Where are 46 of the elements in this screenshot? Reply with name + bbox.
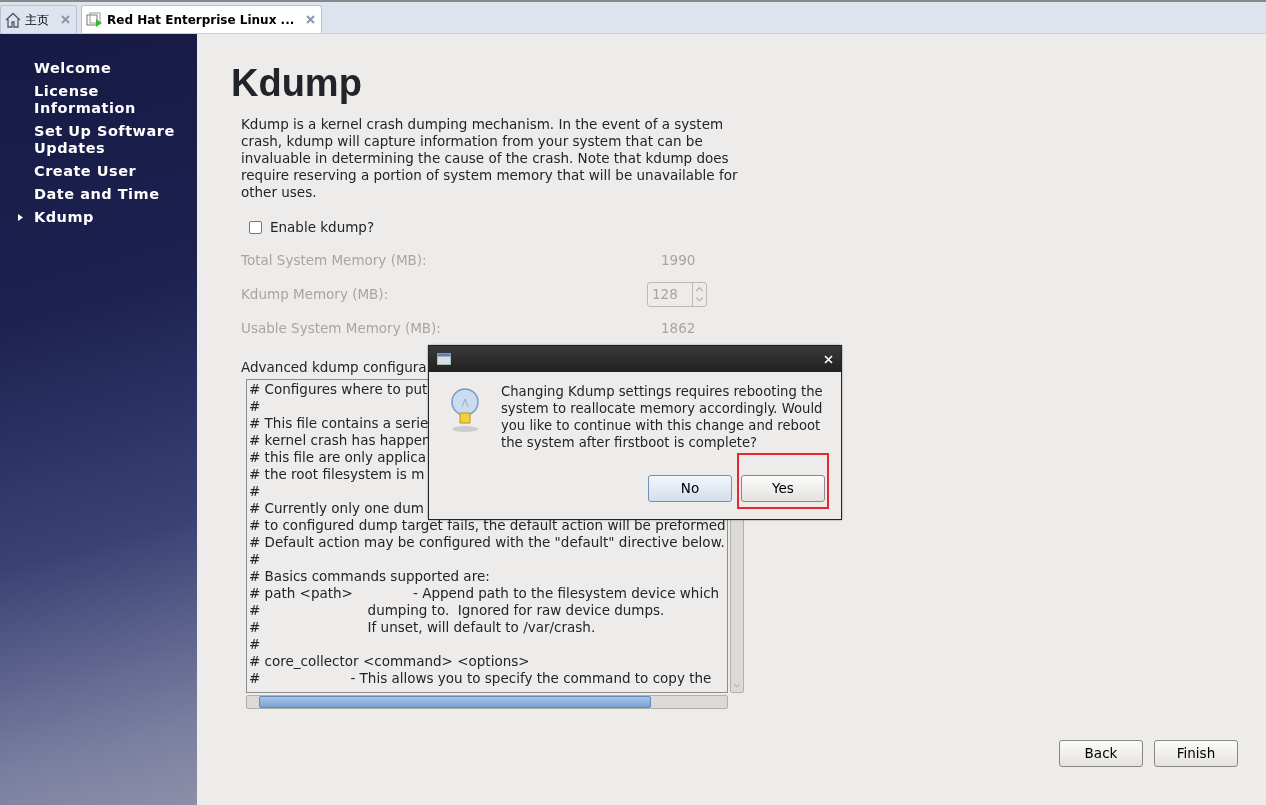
- config-line: # Currently only one dum: [249, 500, 424, 518]
- config-line: # If unset, will default to /var/crash.: [249, 619, 596, 637]
- memory-value: 1990: [661, 251, 697, 271]
- sidebar-item[interactable]: Date and Time: [34, 186, 160, 203]
- horizontal-scrollbar[interactable]: [246, 695, 728, 710]
- sidebar-item[interactable]: Set Up Software Updates: [34, 123, 187, 157]
- footer-button[interactable]: Finish: [1154, 740, 1238, 767]
- config-line: # This file contains a serie: [249, 415, 429, 433]
- config-line: # the root filesystem is m: [249, 466, 425, 484]
- config-line: # kernel crash has happen: [249, 432, 431, 450]
- config-line: # dumping to. Ignored for raw device dumps.: [249, 602, 665, 620]
- page-title: Kdump: [231, 61, 363, 106]
- home-icon: [5, 11, 21, 28]
- window-icon: [437, 353, 451, 365]
- config-line: # Default action may be configured with the "default" directive below.: [249, 534, 725, 552]
- config-line: # path <path> - Append path to the filesystem device which: [249, 585, 720, 603]
- light-bulb-icon: [449, 387, 481, 433]
- checkbox-label: Enable kdump?: [270, 218, 375, 237]
- sidebar-item[interactable]: License Information: [34, 83, 187, 117]
- tab[interactable]: Red Hat Enterprise Linux ...: [81, 5, 323, 33]
- sidebar-item[interactable]: Create User: [34, 163, 137, 180]
- config-line: # core_collector <command> <options>: [249, 653, 530, 671]
- description-text: Kdump is a kernel crash dumping mechanism. In the event of a system crash, kdump will capture information from your system that can be invaluable in determining the cause of the crash. Note that kdump does require reserving a portion of system memory that will be unavailable for other uses.: [241, 116, 739, 201]
- section-label: Advanced kdump configura: [241, 358, 427, 378]
- footer-button[interactable]: Back: [1059, 740, 1143, 767]
- config-line: # Basics commands supported are:: [249, 568, 490, 586]
- memory-value: 1862: [661, 319, 697, 339]
- config-line: # to configured dump target fails, the default action will be preformed.: [249, 517, 727, 535]
- virtual-machine-icon: [86, 11, 103, 28]
- dialog-button[interactable]: Yes: [741, 475, 825, 502]
- dialog-message: Changing Kdump settings requires rebooting the system to reallocate memory accordingly. Would you like to continue with this change and reboot the system after firstboot is complete?: [501, 383, 824, 451]
- dialog-button[interactable]: No: [648, 475, 732, 502]
- config-line: # this file are only applica: [249, 449, 426, 467]
- field-label: Usable System Memory (MB):: [241, 319, 442, 339]
- config-line: #: [249, 398, 261, 416]
- config-line: # Configures where to put: [249, 381, 428, 399]
- config-line: # - This allows you to specify the command to copy the: [249, 670, 712, 688]
- field-label: Total System Memory (MB):: [241, 251, 428, 271]
- tab[interactable]: 主页: [0, 5, 77, 33]
- config-line: #: [249, 636, 261, 654]
- checkbox[interactable]: [249, 220, 262, 234]
- config-line: #: [249, 551, 261, 569]
- config-line: #: [249, 483, 261, 501]
- sidebar-item[interactable]: Welcome: [34, 60, 112, 77]
- field-label: Kdump Memory (MB):: [241, 285, 390, 305]
- sidebar-item[interactable]: Kdump: [34, 209, 94, 226]
